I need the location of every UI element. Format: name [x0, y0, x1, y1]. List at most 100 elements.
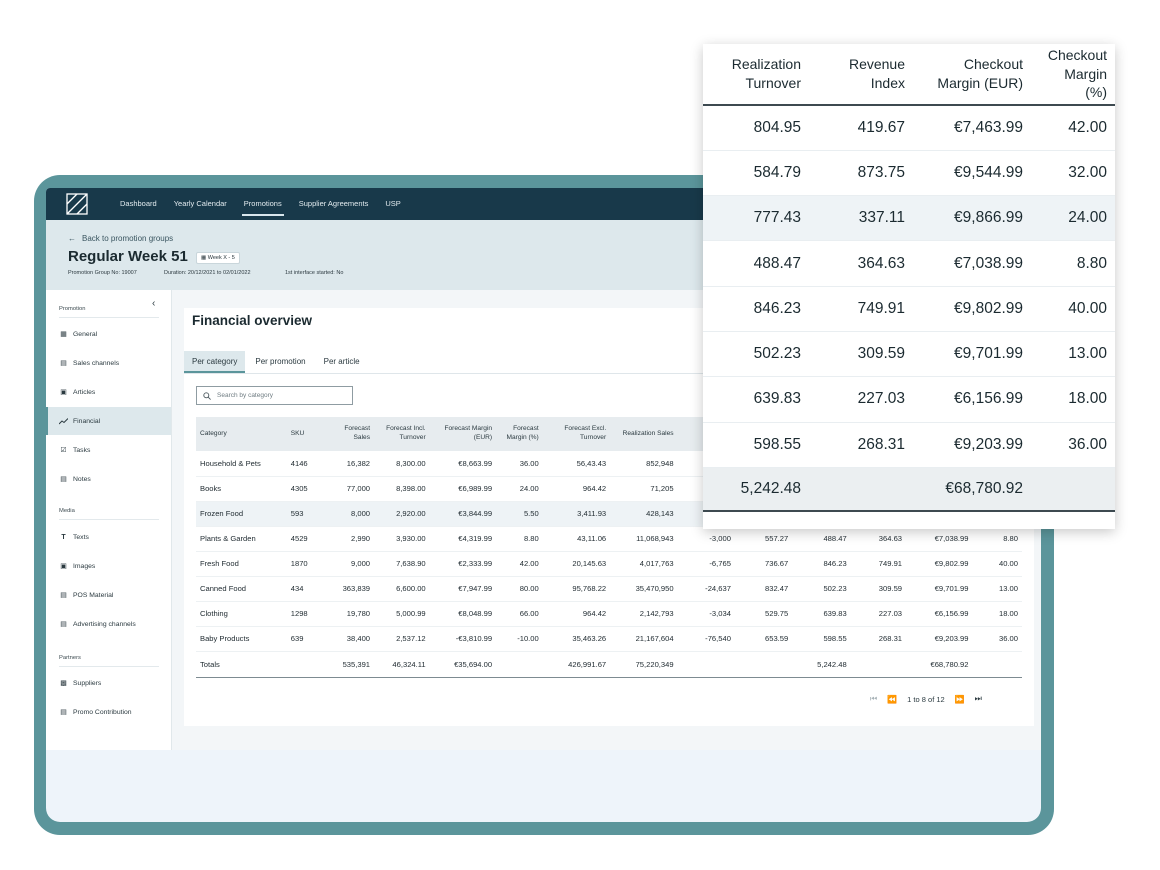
nav-usp[interactable]: USP [377, 188, 408, 220]
totals-cell [496, 650, 543, 678]
zoom-table-cell: 337.11 [809, 195, 913, 242]
totals-cell [677, 650, 735, 678]
table-cell: 964.42 [542, 476, 611, 502]
sidebar-item-texts[interactable]: T Texts [46, 523, 171, 551]
zoom-table-cell: €6,156.99 [913, 376, 1031, 423]
zoom-totals-row: 5,242.48 €68,780.92 [703, 466, 1115, 513]
zoom-table-cell: 309.59 [809, 331, 913, 378]
table-cell: 7,638.90 [374, 551, 430, 577]
zoom-table-cell: 268.31 [809, 422, 913, 468]
chevron-left-icon[interactable]: ‹ [152, 298, 155, 309]
week-badge: ▦ Week X - 5 [196, 252, 240, 264]
sidebar-item-notes[interactable]: ▤ Notes [46, 465, 171, 493]
grid-icon: ▦ [60, 331, 67, 338]
zoom-totals-cell: 5,242.48 [703, 466, 809, 513]
column-header[interactable]: SKU [286, 417, 331, 451]
table-cell: 11,068,943 [610, 526, 678, 552]
sidebar-item-label: Suppliers [73, 679, 102, 687]
totals-cell: 46,324.11 [374, 650, 430, 678]
table-cell: 35,463.26 [542, 626, 611, 652]
column-header[interactable]: Forecast Margin (EUR) [429, 417, 497, 451]
app-logo[interactable] [66, 193, 88, 215]
table-cell: 832.47 [734, 576, 793, 602]
sidebar-item-label: POS Material [73, 591, 114, 599]
tab-per-promotion[interactable]: Per promotion [247, 351, 313, 373]
divider [59, 519, 159, 520]
zoom-column-header: Checkout Margin (EUR) [913, 44, 1031, 106]
sidebar-section-partners: Partners [59, 655, 81, 661]
sidebar-item-pos-material[interactable]: ▤ POS Material [46, 581, 171, 609]
sidebar-item-tasks[interactable]: ☑ Tasks [46, 436, 171, 464]
totals-cell: €68,780.92 [906, 650, 973, 678]
back-link[interactable]: ← Back to promotion groups [68, 234, 173, 243]
totals-row: Totals 535,391 46,324.11 €35,694.00 426,991.… [196, 650, 1022, 678]
zoom-table-cell: 32.00 [1031, 150, 1115, 197]
search-input[interactable]: Search by category [196, 386, 353, 405]
zoom-table-cell: 18.00 [1031, 376, 1115, 423]
zoom-table-cell: €7,463.99 [913, 105, 1031, 151]
zoomed-table: Realization Turnover Revenue Index Check… [703, 44, 1115, 513]
column-header[interactable]: Forecast Incl. Turnover [374, 417, 430, 451]
nav-dashboard[interactable]: Dashboard [112, 188, 165, 220]
last-page-icon[interactable]: ⏭ [975, 694, 982, 704]
first-page-icon[interactable]: ⏮ [870, 694, 877, 704]
table-cell: 42.00 [496, 551, 543, 577]
table-cell: Clothing [196, 601, 287, 627]
sidebar-section-promotion: Promotion [59, 306, 86, 312]
table-cell: 56,43.43 [542, 451, 611, 477]
column-header[interactable]: Forecast Margin (%) [496, 417, 543, 451]
column-header[interactable]: Realization Sales [610, 417, 678, 451]
tab-per-article[interactable]: Per article [316, 351, 368, 373]
table-cell: 363,839 [330, 576, 375, 602]
column-header[interactable]: Forecast Sales [330, 417, 375, 451]
sidebar-item-general[interactable]: ▦ General [46, 320, 171, 348]
tab-per-category[interactable]: Per category [184, 351, 246, 373]
sidebar-item-articles[interactable]: ▣ Articles [46, 378, 171, 406]
search-placeholder: Search by category [217, 392, 274, 399]
storefront-icon: ▤ [60, 360, 67, 367]
box-icon: ▣ [60, 389, 67, 396]
table-cell: 80.00 [496, 576, 543, 602]
nav-supplier-agreements[interactable]: Supplier Agreements [291, 188, 377, 220]
sidebar-item-suppliers[interactable]: ▩ Suppliers [46, 669, 171, 697]
table-cell: -76,540 [677, 626, 735, 652]
zoom-totals-cell [1031, 466, 1115, 513]
zoom-table-cell: €9,701.99 [913, 331, 1031, 378]
zoom-table-cell: 24.00 [1031, 195, 1115, 242]
sidebar-item-financial[interactable]: Financial [46, 407, 171, 435]
totals-cell: Totals [196, 650, 287, 678]
table-cell: 2,990 [330, 526, 375, 552]
totals-cell: 426,991.67 [542, 650, 611, 678]
table-row[interactable]: Baby Products 639 38,400 2,537.12 -€3,810.99… [196, 626, 1022, 652]
table-row[interactable]: Canned Food 434 363,839 6,600.00 €7,947.99 80… [196, 576, 1022, 602]
table-cell: 4146 [286, 451, 331, 477]
nav-promotions[interactable]: Promotions [236, 188, 290, 220]
sidebar-item-images[interactable]: ▣ Images [46, 552, 171, 580]
table-row[interactable]: Fresh Food 1870 9,000 7,638.90 €2,333.99 42.0… [196, 551, 1022, 577]
back-link-label: Back to promotion groups [82, 234, 174, 243]
sidebar-item-label: Tasks [73, 446, 91, 454]
sidebar-item-advertising-channels[interactable]: ▤ Advertising channels [46, 610, 171, 638]
sidebar-section-media: Media [59, 508, 75, 514]
column-header[interactable]: Category [196, 417, 287, 451]
zoom-table-cell: €9,802.99 [913, 286, 1031, 332]
table-cell: Baby Products [196, 626, 287, 652]
column-header[interactable]: Forecast Excl. Turnover [542, 417, 611, 451]
table-row[interactable]: Clothing 1298 19,780 5,000.99 €8,048.99 66.00… [196, 601, 1022, 627]
next-page-icon[interactable]: ⏩ [955, 695, 965, 704]
sidebar-item-sales-channels[interactable]: ▤ Sales channels [46, 349, 171, 377]
sidebar-item-promo-contribution[interactable]: ▤ Promo Contribution [46, 698, 171, 726]
zoom-table-cell: 749.91 [809, 286, 913, 332]
table-cell: 1870 [286, 551, 331, 577]
table-row[interactable]: Plants & Garden 4529 2,990 3,930.00 €4,319.9… [196, 526, 1022, 552]
previous-page-icon[interactable]: ⏪ [887, 695, 897, 704]
table-cell: -10.00 [496, 626, 543, 652]
table-cell: 36.00 [496, 451, 543, 477]
nav-yearly-calendar[interactable]: Yearly Calendar [166, 188, 235, 220]
table-cell: €8,048.99 [429, 601, 497, 627]
zoom-table-cell: 804.95 [703, 105, 809, 151]
pagination: ⏮ ⏪ 1 to 8 of 12 ⏩ ⏭ [870, 694, 982, 704]
zoom-column-header: Realization Turnover [703, 44, 809, 106]
table-cell: Books [196, 476, 287, 502]
document-icon: ▤ [60, 476, 67, 483]
